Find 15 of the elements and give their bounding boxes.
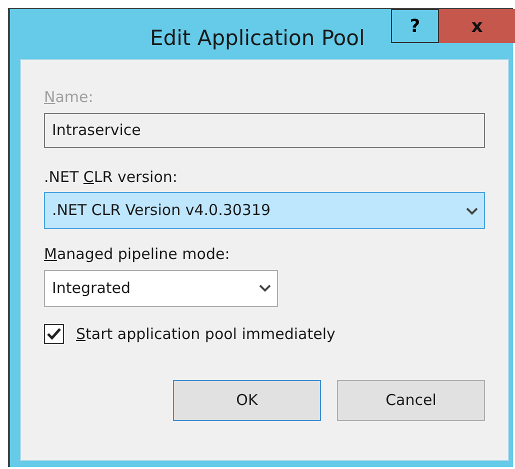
- field-label: .NET CLR version:: [44, 166, 178, 188]
- dialog-button[interactable]: Cancel: [337, 380, 485, 421]
- chevron-down-icon: [259, 284, 271, 292]
- close-button[interactable]: x: [439, 9, 515, 43]
- field-label: Name:: [44, 87, 94, 108]
- dropdown[interactable]: Integrated: [44, 270, 278, 306]
- name-field[interactable]: Intraservice: [44, 112, 485, 148]
- dropdown[interactable]: .NET CLR Version v4.0.30319: [44, 192, 485, 229]
- dialog-button[interactable]: OK: [173, 380, 321, 421]
- checkbox[interactable]: [44, 324, 64, 344]
- chevron-down-icon: [466, 206, 478, 214]
- checkbox-label: Start application pool immediately: [76, 324, 336, 344]
- field-label: Managed pipeline mode:: [44, 244, 230, 265]
- help-button[interactable]: ?: [391, 9, 439, 43]
- window-title: Edit Application Pool: [150, 25, 365, 52]
